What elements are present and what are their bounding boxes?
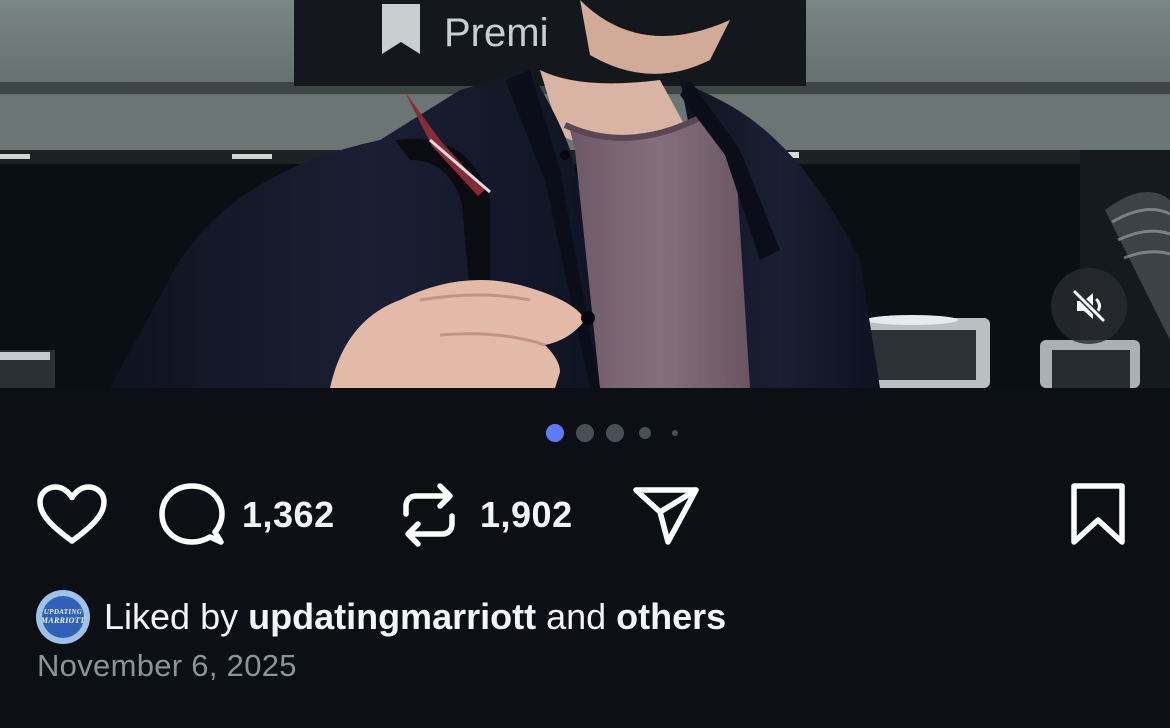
- carousel-dot: [672, 430, 678, 436]
- likes-prefix: Liked by: [104, 596, 249, 637]
- likes-summary[interactable]: UPDATING MARRIOTT Liked by updatingmarri…: [36, 590, 726, 644]
- repost-icon: [403, 483, 455, 547]
- post-action-bar: 1,362 1,902: [0, 480, 1170, 550]
- carousel-dot-active: [546, 424, 564, 442]
- mute-toggle-button[interactable]: [1051, 268, 1127, 344]
- likes-others-link[interactable]: others: [616, 596, 726, 637]
- post-media[interactable]: Premi: [0, 0, 1170, 388]
- send-icon: [633, 487, 699, 545]
- carousel-dot: [606, 424, 624, 442]
- bookmark-icon: [1071, 483, 1125, 545]
- likes-connector: and: [536, 596, 617, 637]
- post-screen: Premi 1,362 1,902 UPDATING MARRIOTT Like…: [0, 0, 1170, 728]
- heart-icon: [37, 484, 107, 544]
- avatar-line2: MARRIOTT: [40, 616, 86, 625]
- comment-count: 1,362: [242, 494, 335, 535]
- sign-text: Premi: [444, 11, 548, 55]
- speaker-muted-icon: [1072, 289, 1106, 323]
- avatar-line1: UPDATING: [43, 608, 83, 616]
- carousel-dot: [576, 424, 594, 442]
- avatar-logo: UPDATING MARRIOTT: [40, 596, 86, 638]
- carousel-indicator: [0, 424, 1170, 442]
- avatar[interactable]: UPDATING MARRIOTT: [36, 590, 90, 644]
- share-button[interactable]: [632, 480, 700, 550]
- carousel-dot: [639, 427, 651, 439]
- likes-text: Liked by updatingmarriott and others: [104, 596, 726, 638]
- save-button[interactable]: [1070, 480, 1126, 550]
- liker-username-link[interactable]: updatingmarriott: [248, 596, 536, 637]
- comment-button[interactable]: 1,362: [158, 480, 335, 550]
- repost-button[interactable]: 1,902: [400, 480, 573, 550]
- comment-bubble-icon: [159, 483, 225, 545]
- post-date: November 6, 2025: [37, 648, 297, 683]
- like-button[interactable]: [36, 480, 108, 550]
- repost-count: 1,902: [480, 494, 573, 535]
- post-photo: Premi: [0, 0, 1170, 388]
